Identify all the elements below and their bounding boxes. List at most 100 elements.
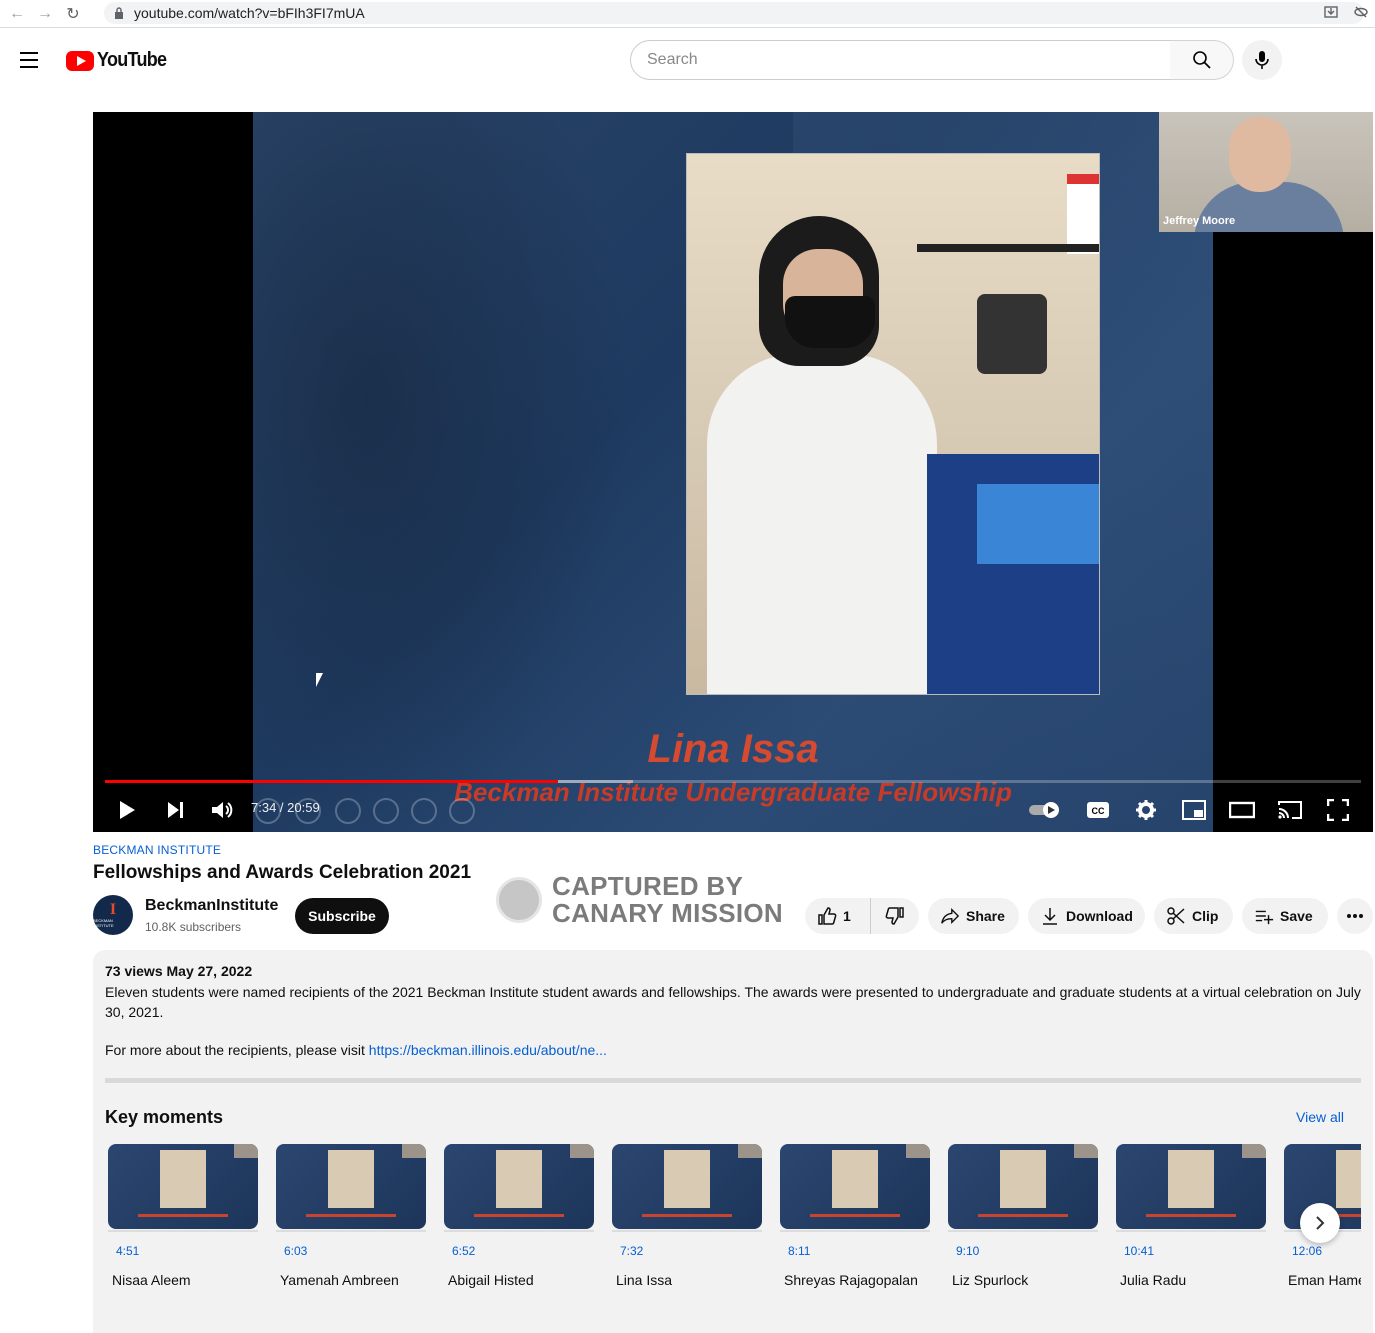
like-count: 1 xyxy=(843,908,851,924)
key-moment-card[interactable]: 8:11 Shreyas Rajagopalan xyxy=(780,1144,930,1288)
description-link[interactable]: https://beckman.illinois.edu/about/ne... xyxy=(369,1042,607,1058)
youtube-wordmark: YouTube xyxy=(97,49,167,71)
forward-arrow-icon[interactable]: → xyxy=(34,3,56,25)
video-player[interactable]: Lina Issa Beckman Institute Undergraduat… xyxy=(93,112,1373,832)
description-panel[interactable]: 73 views May 27, 2022 Eleven students we… xyxy=(93,950,1373,1333)
youtube-play-icon xyxy=(66,50,94,71)
install-icon[interactable] xyxy=(1323,4,1339,20)
mouse-cursor xyxy=(316,673,330,687)
back-arrow-icon[interactable]: ← xyxy=(6,3,28,25)
key-moment-name: Eman Hame xyxy=(1288,1272,1361,1288)
subscribe-button[interactable]: Subscribe xyxy=(295,898,389,934)
share-icon xyxy=(941,907,960,925)
description-divider xyxy=(105,1078,1361,1083)
browser-toolbar: ← → ↻ youtube.com/watch?v=bFIh3FI7mUA xyxy=(0,0,1375,28)
channel-hashtag-link[interactable]: BECKMAN INSTITUTE xyxy=(93,843,221,857)
play-button[interactable] xyxy=(113,796,141,824)
reload-icon[interactable]: ↻ xyxy=(62,3,84,25)
key-moment-name: Shreyas Rajagopalan xyxy=(784,1272,918,1288)
key-moment-timestamp: 9:10 xyxy=(956,1244,980,1258)
key-moment-card[interactable]: 6:03 Yamenah Ambreen xyxy=(276,1144,426,1288)
thumbs-up-icon xyxy=(818,907,837,925)
more-horizontal-icon xyxy=(1347,914,1363,918)
key-moment-thumbnail xyxy=(1116,1144,1266,1229)
key-moment-progress xyxy=(948,1230,1098,1232)
zoom-more-icon xyxy=(449,798,475,824)
key-moment-thumbnail xyxy=(780,1144,930,1229)
key-moment-name: Liz Spurlock xyxy=(952,1272,1029,1288)
chevron-right-icon xyxy=(1316,1216,1325,1230)
progress-bar[interactable] xyxy=(105,780,1361,783)
key-moments-carousel: 4:51 Nisaa Aleem 6:03 Yamenah Ambreen 6:52 Ab… xyxy=(108,1144,1361,1294)
search-button[interactable] xyxy=(1170,40,1234,80)
eye-off-icon[interactable] xyxy=(1353,4,1369,20)
avatar-letter: I xyxy=(109,901,117,918)
clip-label: Clip xyxy=(1192,908,1219,924)
clip-button[interactable]: Clip xyxy=(1154,898,1233,934)
key-moment-progress xyxy=(444,1230,594,1232)
address-bar[interactable]: youtube.com/watch?v=bFIh3FI7mUA xyxy=(104,2,1364,24)
cast-button[interactable] xyxy=(1275,796,1305,824)
captions-button[interactable]: CC xyxy=(1083,796,1113,824)
share-label: Share xyxy=(966,908,1005,924)
search-input[interactable]: Search xyxy=(630,40,1172,80)
slide-student-name: Lina Issa xyxy=(647,727,819,771)
key-moment-thumbnail xyxy=(108,1144,258,1229)
skip-next-icon xyxy=(168,802,183,818)
microphone-icon xyxy=(1255,51,1269,69)
key-moment-timestamp: 10:41 xyxy=(1124,1244,1155,1258)
like-button[interactable]: 1 xyxy=(805,898,871,934)
url-text: youtube.com/watch?v=bFIh3FI7mUA xyxy=(134,5,365,21)
key-moment-name: Lina Issa xyxy=(616,1272,673,1288)
download-icon xyxy=(1043,908,1057,925)
lock-icon xyxy=(115,7,123,19)
key-moment-thumbnail xyxy=(948,1144,1098,1229)
key-moment-progress xyxy=(276,1230,426,1232)
settings-button[interactable] xyxy=(1131,796,1161,824)
key-moment-card[interactable]: 9:10 Liz Spurlock xyxy=(948,1144,1098,1288)
play-icon xyxy=(120,801,135,819)
thumbs-down-icon xyxy=(885,907,904,925)
channel-name[interactable]: BeckmanInstitute xyxy=(145,897,278,915)
share-button[interactable]: Share xyxy=(928,898,1019,934)
next-button[interactable] xyxy=(161,796,189,824)
key-moment-card[interactable]: 4:51 Nisaa Aleem xyxy=(108,1144,258,1288)
scissors-icon xyxy=(1167,907,1185,925)
key-moment-name: Abigail Histed xyxy=(448,1272,534,1288)
tree-background xyxy=(253,112,633,832)
canary-mission-watermark: CAPTURED BY CANARY MISSION xyxy=(496,873,783,927)
description-more-line: For more about the recipients, please vi… xyxy=(105,1042,607,1058)
view-count-date: 73 views May 27, 2022 xyxy=(105,963,253,979)
dislike-button[interactable] xyxy=(871,898,919,934)
fullscreen-icon xyxy=(1327,799,1349,821)
save-button[interactable]: Save xyxy=(1242,898,1328,934)
voice-search-button[interactable] xyxy=(1242,40,1282,80)
autoplay-toggle[interactable] xyxy=(1027,796,1063,824)
like-dislike-group: 1 xyxy=(805,898,919,934)
key-moment-progress xyxy=(1116,1230,1266,1232)
key-moments-title: Key moments xyxy=(105,1107,224,1127)
youtube-logo[interactable]: YouTube xyxy=(66,49,174,72)
zoom-pen-icon xyxy=(335,798,361,824)
student-photo xyxy=(686,153,1100,695)
key-moment-card[interactable]: 7:32 Lina Issa xyxy=(612,1144,762,1288)
channel-avatar[interactable]: I BECKMAN INSTITUTE xyxy=(93,895,133,935)
view-all-link[interactable]: View all xyxy=(1296,1109,1344,1125)
more-actions-button[interactable] xyxy=(1337,898,1373,934)
key-moment-card[interactable]: 10:41 Julia Radu xyxy=(1116,1144,1266,1288)
key-moment-card[interactable]: 6:52 Abigail Histed xyxy=(444,1144,594,1288)
key-moment-thumbnail xyxy=(612,1144,762,1229)
volume-button[interactable] xyxy=(207,796,237,824)
theater-mode-button[interactable] xyxy=(1227,796,1257,824)
carousel-next-button[interactable] xyxy=(1300,1203,1340,1243)
search-icon xyxy=(1192,51,1211,69)
autoplay-toggle-icon xyxy=(1029,802,1059,818)
save-label: Save xyxy=(1280,908,1313,924)
hamburger-menu-icon[interactable] xyxy=(20,52,40,68)
fullscreen-button[interactable] xyxy=(1323,796,1353,824)
key-moment-timestamp: 8:11 xyxy=(788,1244,811,1258)
svg-text:CC: CC xyxy=(1092,806,1105,816)
miniplayer-button[interactable] xyxy=(1179,796,1209,824)
zoom-layout-icon xyxy=(373,798,399,824)
download-button[interactable]: Download xyxy=(1028,898,1145,934)
